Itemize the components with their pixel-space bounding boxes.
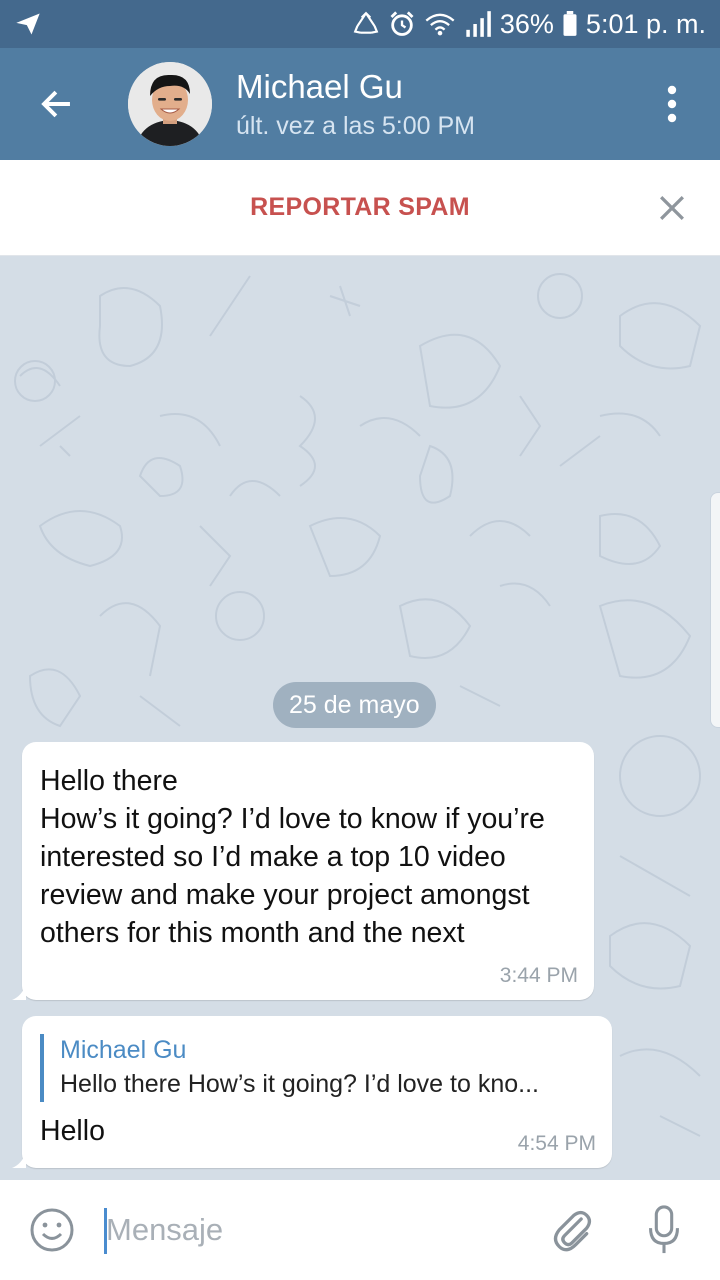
- microphone-icon: [649, 1205, 679, 1254]
- message-bubble-reply[interactable]: Michael Gu Hello there How’s it going? I…: [12, 1016, 612, 1168]
- message-time: 4:54 PM: [517, 1132, 596, 1155]
- status-bar: 36% 5:01 p. m.: [0, 0, 720, 48]
- paperclip-icon: [553, 1210, 592, 1252]
- reply-quote[interactable]: Michael Gu Hello there How’s it going? I…: [40, 1034, 594, 1102]
- more-vertical-icon: [667, 85, 677, 123]
- date-separator: 25 de mayo: [273, 682, 436, 728]
- bubble-tail: [12, 1152, 26, 1168]
- message-text: Hello: [40, 1115, 105, 1147]
- reply-author: Michael Gu: [60, 1036, 187, 1064]
- more-options-button[interactable]: [624, 48, 720, 160]
- report-spam-button[interactable]: REPORTAR SPAM: [250, 193, 470, 222]
- text-caret: [104, 1208, 107, 1254]
- smiley-icon: [30, 1208, 74, 1252]
- recycle-icon: [352, 11, 380, 37]
- telegram-send-icon: [14, 10, 42, 38]
- chat-area[interactable]: 25 de mayo Hello there How’s it going? I…: [0, 256, 720, 1180]
- scrollbar-handle[interactable]: [710, 492, 720, 728]
- message-input-bar: [0, 1180, 720, 1280]
- message-field-wrapper: [104, 1180, 526, 1280]
- back-button[interactable]: [0, 48, 112, 160]
- report-spam-bar: REPORTAR SPAM: [0, 160, 720, 256]
- status-time: 5:01 p. m.: [585, 8, 706, 39]
- emoji-button[interactable]: [0, 1180, 104, 1280]
- avatar[interactable]: [128, 62, 212, 146]
- voice-message-button[interactable]: [618, 1180, 710, 1280]
- reply-snippet: Hello there How’s it going? I’d love to …: [60, 1070, 539, 1098]
- battery-percent: 36%: [499, 8, 554, 39]
- close-icon: [660, 196, 684, 220]
- contact-info[interactable]: Michael Gu últ. vez a las 5:00 PM: [236, 68, 624, 141]
- close-spam-bar-button[interactable]: [652, 188, 692, 228]
- contact-name: Michael Gu: [236, 67, 403, 105]
- message-bubble[interactable]: Hello there How’s it going? I’d love to …: [12, 742, 594, 1000]
- attach-button[interactable]: [526, 1180, 618, 1280]
- chat-header: Michael Gu últ. vez a las 5:00 PM: [0, 48, 720, 160]
- wifi-icon: [424, 11, 456, 37]
- message-time: 3:44 PM: [499, 964, 578, 987]
- message-input[interactable]: [104, 1212, 526, 1248]
- bubble-tail: [12, 984, 26, 1000]
- alarm-icon: [388, 10, 416, 38]
- battery-icon: [562, 11, 578, 37]
- signal-icon: [464, 11, 492, 37]
- arrow-left-icon: [41, 90, 70, 118]
- last-seen-status: últ. vez a las 5:00 PM: [236, 111, 476, 140]
- message-text: Hello there How’s it going? I’d love to …: [40, 765, 545, 949]
